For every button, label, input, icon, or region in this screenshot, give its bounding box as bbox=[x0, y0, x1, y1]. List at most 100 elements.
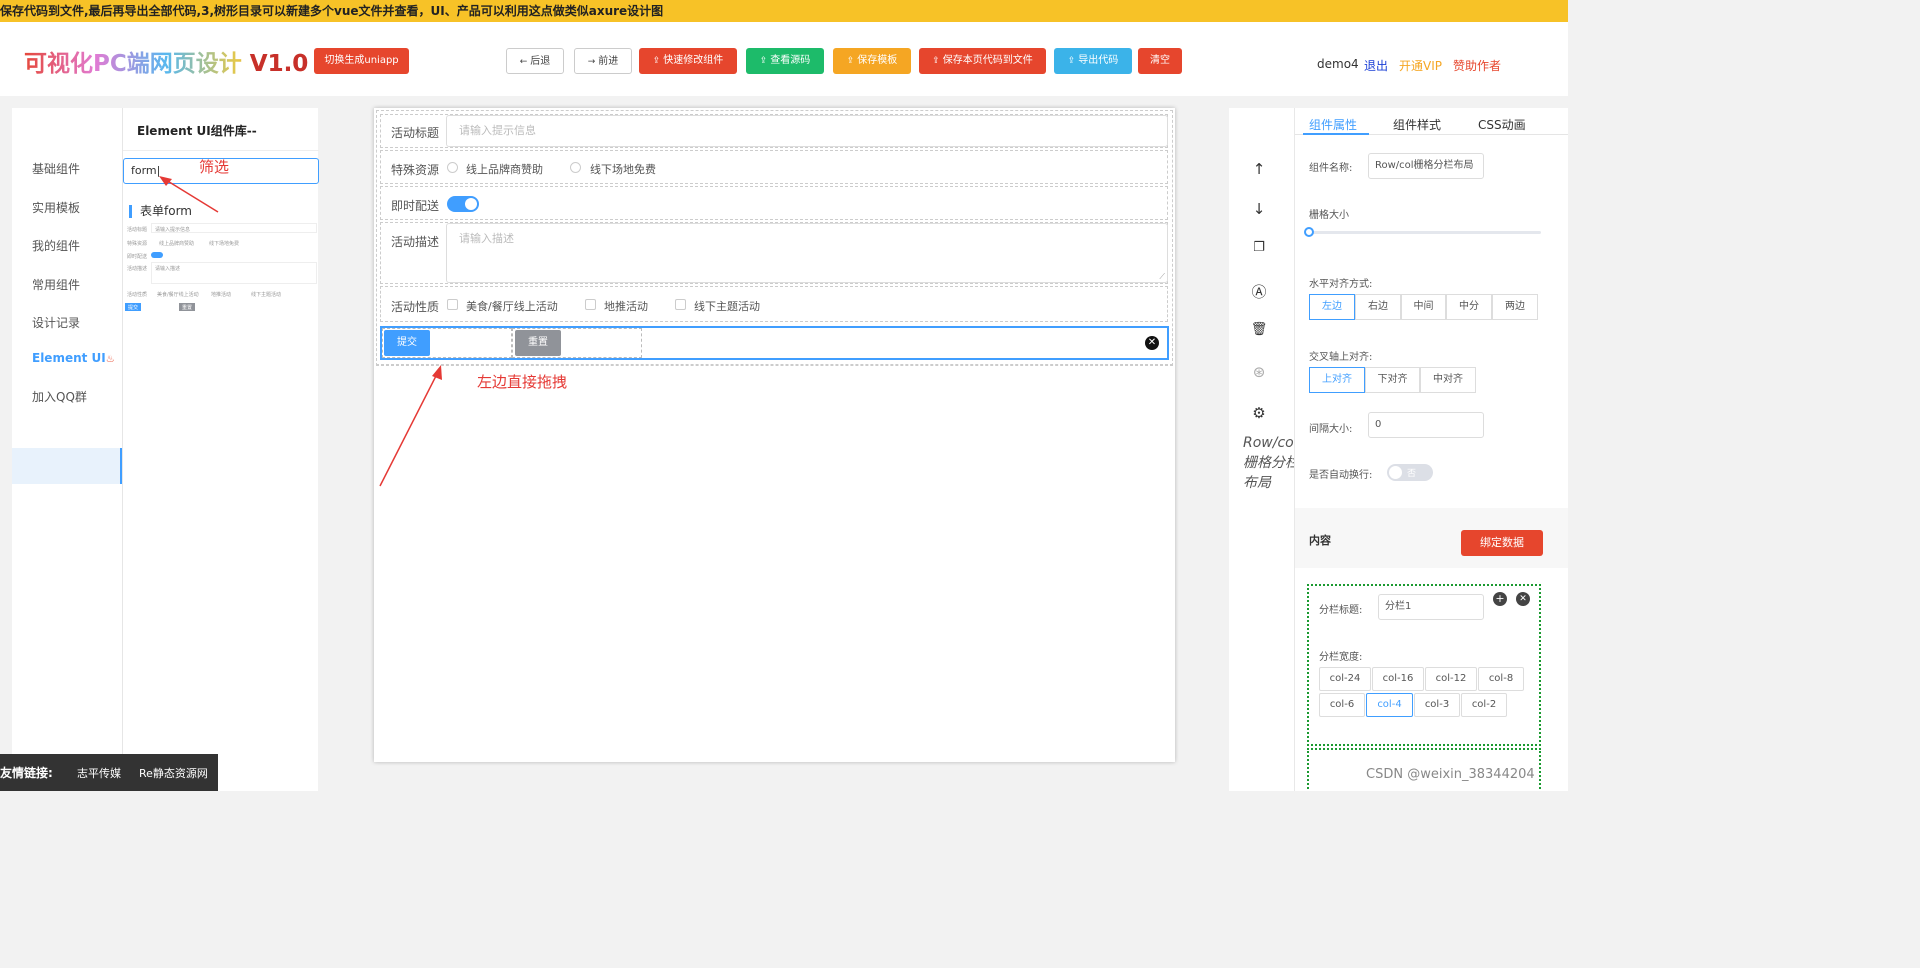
checkbox-offline-theme[interactable] bbox=[675, 299, 686, 310]
logo-text: 可视化PC端网页设计 bbox=[24, 51, 242, 77]
remove-icon[interactable]: ✕ bbox=[1516, 592, 1530, 606]
gap-input[interactable]: 0 bbox=[1368, 412, 1484, 438]
app-store-icon[interactable]: Ⓐ bbox=[1248, 281, 1270, 302]
wrap-label: 是否自动换行: bbox=[1309, 470, 1373, 481]
reset-button[interactable]: 重置 bbox=[515, 330, 561, 356]
content-title: 内容 bbox=[1309, 534, 1331, 547]
preview-hint-1: 请输入提示信息 bbox=[155, 227, 191, 233]
save-template-button[interactable]: ⇪ 保存模板 bbox=[833, 48, 911, 74]
preview-opt-2: 线下场地免费 bbox=[209, 241, 240, 247]
nav-item-element-ui[interactable]: Element UI♨ bbox=[32, 351, 115, 365]
form-component-title: 表单form bbox=[129, 205, 192, 218]
preview-label-4: 活动描述 bbox=[127, 266, 148, 272]
forward-button[interactable]: → 前进 bbox=[574, 48, 632, 74]
arrow-right-icon: → bbox=[587, 57, 596, 67]
friend-link-2[interactable]: Re静态资源网 bbox=[139, 765, 208, 781]
grid-size-slider-handle[interactable] bbox=[1304, 227, 1314, 237]
name-input[interactable]: Row/col栅格分栏布局 bbox=[1368, 153, 1484, 179]
gear-icon[interactable]: ⚙ bbox=[1248, 404, 1270, 422]
notice-bar: 保存代码到文件,最后再导出全部代码,3,树形目录可以新建多个vue文件并查看，U… bbox=[0, 0, 1568, 22]
cross-align-bottom[interactable]: 下对齐 bbox=[1365, 367, 1420, 393]
col-width-4[interactable]: col-4 bbox=[1366, 693, 1413, 717]
col-width-6[interactable]: col-6 bbox=[1319, 693, 1365, 717]
aperture-icon[interactable]: ⊛ bbox=[1248, 363, 1270, 381]
col-width-16[interactable]: col-16 bbox=[1372, 667, 1424, 691]
quick-edit-button[interactable]: ⇪ 快速修改组件 bbox=[639, 48, 737, 74]
checkbox-offline-theme-label: 线下主题活动 bbox=[694, 300, 760, 313]
friend-link-1[interactable]: 志平传媒 bbox=[77, 765, 121, 781]
upload-icon: ⇪ bbox=[759, 56, 768, 66]
upload-icon: ⇪ bbox=[652, 56, 661, 66]
col-width-3[interactable]: col-3 bbox=[1414, 693, 1460, 717]
col-width-8[interactable]: col-8 bbox=[1478, 667, 1524, 691]
checkbox-ground[interactable] bbox=[585, 299, 596, 310]
nature-label: 活动性质 bbox=[391, 300, 440, 314]
tab-component-props[interactable]: 组件属性 bbox=[1309, 116, 1357, 133]
h-align-left[interactable]: 左边 bbox=[1309, 294, 1355, 320]
h-align-around[interactable]: 两边 bbox=[1492, 294, 1538, 320]
view-source-label: 查看源码 bbox=[770, 55, 811, 66]
resize-handle-icon[interactable]: ⟋ bbox=[1159, 272, 1165, 282]
nav-item-element-ui-label: Element UI bbox=[32, 351, 106, 365]
radio-offline-venue-label: 线下场地免费 bbox=[590, 163, 656, 176]
title-input[interactable]: 请输入提示信息 bbox=[446, 115, 1168, 147]
nav-item-qq-group[interactable]: 加入QQ群 bbox=[32, 388, 87, 405]
radio-online-sponsor[interactable] bbox=[447, 162, 458, 173]
donate-link[interactable]: 赞助作者 bbox=[1453, 57, 1501, 74]
copy-icon[interactable]: ❐ bbox=[1248, 240, 1270, 255]
move-down-icon[interactable]: ↓ bbox=[1248, 200, 1270, 218]
preview-switch bbox=[151, 252, 163, 258]
col-width-label: 分栏宽度: bbox=[1319, 652, 1363, 663]
form-row-desc: 活动描述 请输入描述 ⟋ bbox=[380, 222, 1168, 284]
quick-edit-label: 快速修改组件 bbox=[663, 55, 724, 66]
col-width-2[interactable]: col-2 bbox=[1461, 693, 1507, 717]
switch-uniapp-button[interactable]: 切换生成uniapp bbox=[314, 48, 409, 74]
export-code-button[interactable]: ⇪ 导出代码 bbox=[1054, 48, 1132, 74]
move-up-icon[interactable]: ↑ bbox=[1248, 160, 1270, 178]
back-button[interactable]: ← 后退 bbox=[506, 48, 564, 74]
wrap-switch[interactable]: 否 bbox=[1387, 464, 1433, 481]
logout-link[interactable]: 退出 bbox=[1364, 57, 1388, 74]
back-label: 后退 bbox=[530, 56, 551, 67]
form-row-resource: 特殊资源 线上品牌商赞助 线下场地免费 bbox=[380, 150, 1168, 184]
fire-icon: ♨ bbox=[105, 354, 115, 365]
h-align-center[interactable]: 中间 bbox=[1401, 294, 1446, 320]
clear-button[interactable]: 清空 bbox=[1138, 48, 1182, 74]
form-row-nature: 活动性质 美食/餐厅线上活动 地推活动 线下主题活动 bbox=[380, 286, 1168, 322]
grid-size-slider[interactable] bbox=[1309, 231, 1541, 234]
delivery-switch[interactable] bbox=[447, 196, 479, 212]
nav-item-common[interactable]: 常用组件 bbox=[32, 276, 80, 293]
tab-component-style[interactable]: 组件样式 bbox=[1393, 116, 1441, 133]
watermark: CSDN @weixin_38344204 bbox=[1366, 767, 1535, 782]
submit-button[interactable]: 提交 bbox=[384, 330, 430, 356]
save-page-code-button[interactable]: ⇪ 保存本页代码到文件 bbox=[919, 48, 1046, 74]
col-width-24[interactable]: col-24 bbox=[1319, 667, 1371, 691]
nav-item-basic[interactable]: 基础组件 bbox=[32, 160, 80, 177]
form-component-preview[interactable]: 活动标题 请输入提示信息 特殊资源 线上品牌商赞助 线下场地免费 即时配送 活动… bbox=[123, 220, 319, 316]
close-icon[interactable]: ✕ bbox=[1145, 336, 1159, 350]
add-icon[interactable]: + bbox=[1493, 592, 1507, 606]
save-template-label: 保存模板 bbox=[857, 55, 898, 66]
trash-icon[interactable]: 🗑 bbox=[1248, 322, 1270, 337]
tab-css-animation[interactable]: CSS动画 bbox=[1478, 116, 1526, 133]
bind-data-button[interactable]: 绑定数据 bbox=[1461, 530, 1543, 556]
col-title-input[interactable]: 分栏1 bbox=[1378, 594, 1484, 620]
checkbox-food-online[interactable] bbox=[447, 299, 458, 310]
cross-align-middle[interactable]: 中对齐 bbox=[1420, 367, 1476, 393]
desc-textarea[interactable]: 请输入描述 bbox=[446, 223, 1168, 283]
design-canvas[interactable]: 活动标题 请输入提示信息 特殊资源 线上品牌商赞助 线下场地免费 即时配送 活动… bbox=[374, 108, 1175, 762]
col-width-12[interactable]: col-12 bbox=[1425, 667, 1477, 691]
nav-item-my-components[interactable]: 我的组件 bbox=[32, 237, 80, 254]
h-align-between[interactable]: 中分 bbox=[1446, 294, 1492, 320]
selected-row-col[interactable]: 提交 重置 ✕ bbox=[380, 326, 1169, 360]
h-align-right[interactable]: 右边 bbox=[1355, 294, 1401, 320]
preview-reset: 重置 bbox=[179, 303, 195, 311]
nav-item-templates[interactable]: 实用模板 bbox=[32, 199, 80, 216]
radio-offline-venue[interactable] bbox=[570, 162, 581, 173]
cross-align-top[interactable]: 上对齐 bbox=[1309, 367, 1365, 393]
filter-input-value: form bbox=[131, 164, 157, 177]
upload-icon: ⇪ bbox=[1067, 56, 1076, 66]
view-source-button[interactable]: ⇪ 查看源码 bbox=[746, 48, 824, 74]
nav-item-history[interactable]: 设计记录 bbox=[32, 314, 80, 331]
vip-link[interactable]: 开通VIP bbox=[1399, 57, 1442, 74]
